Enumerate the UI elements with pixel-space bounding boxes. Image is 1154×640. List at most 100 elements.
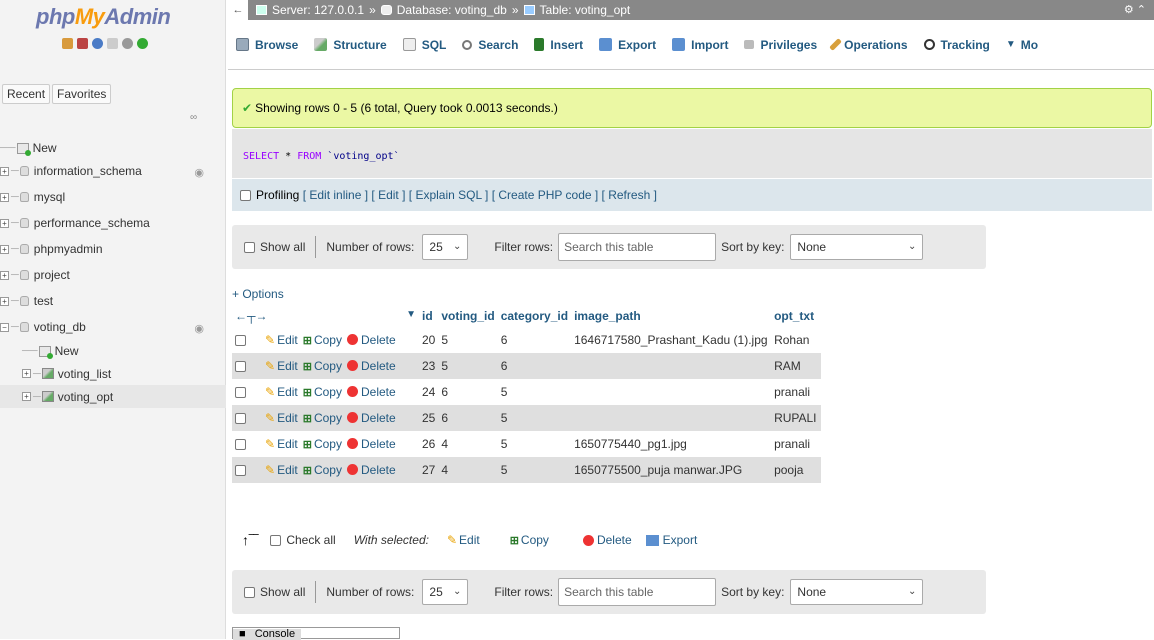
cell-voting-id[interactable]: 4: [438, 431, 498, 457]
bulk-copy-button[interactable]: ⊞ Copy: [510, 533, 549, 547]
tree-new-database[interactable]: ── New: [0, 138, 226, 158]
cell-category-id[interactable]: 6: [497, 353, 572, 379]
cell-id[interactable]: 26: [419, 431, 439, 457]
row-delete-button[interactable]: Delete: [346, 437, 396, 451]
row-delete-button[interactable]: Delete: [346, 411, 396, 425]
settings-collapse-icons[interactable]: ⚙ ⌃: [1124, 0, 1146, 20]
row-copy-button[interactable]: ⊞ Copy: [303, 411, 342, 425]
bulk-edit-button[interactable]: ✎ Edit: [447, 533, 480, 547]
cell-category-id[interactable]: 5: [497, 431, 572, 457]
row-checkbox[interactable]: [232, 327, 262, 353]
row-checkbox[interactable]: [232, 457, 262, 483]
cell-opt-txt[interactable]: pranali: [771, 379, 822, 405]
row-delete-button[interactable]: Delete: [346, 359, 396, 373]
row-edit-button[interactable]: ✎ Edit: [265, 359, 298, 373]
eye-icon[interactable]: ◉: [194, 163, 204, 183]
row-checkbox[interactable]: [232, 353, 262, 379]
cell-image-path[interactable]: [571, 353, 772, 379]
header-category-id[interactable]: category_id: [497, 305, 572, 327]
header-image-path[interactable]: image_path: [571, 305, 772, 327]
row-edit-button[interactable]: ✎ Edit: [265, 437, 298, 451]
row-copy-button[interactable]: ⊞ Copy: [303, 385, 342, 399]
filter-rows-input[interactable]: Search this table: [558, 578, 717, 606]
favorites-tab[interactable]: Favorites: [52, 84, 112, 104]
collapse-sidebar-icon[interactable]: ←: [228, 0, 248, 20]
link-icon[interactable]: ∞: [190, 112, 197, 123]
expand-icon[interactable]: +: [0, 218, 9, 228]
cell-category-id[interactable]: 5: [497, 457, 572, 483]
row-edit-button[interactable]: ✎ Edit: [265, 385, 298, 399]
refresh-link[interactable]: Refresh: [608, 188, 650, 202]
cell-id[interactable]: 27: [419, 457, 439, 483]
row-copy-button[interactable]: ⊞ Copy: [303, 333, 342, 347]
row-edit-button[interactable]: ✎ Edit: [265, 333, 298, 347]
row-copy-button[interactable]: ⊞ Copy: [303, 437, 342, 451]
help-icon[interactable]: [92, 38, 103, 49]
cell-image-path[interactable]: [571, 405, 772, 431]
explain-sql-link[interactable]: Explain SQL: [415, 188, 481, 202]
breadcrumb-database[interactable]: Database: voting_db: [397, 0, 507, 20]
check-all-checkbox[interactable]: [270, 534, 282, 546]
expand-icon[interactable]: +: [0, 270, 9, 280]
recent-tab[interactable]: Recent: [2, 84, 51, 104]
row-delete-button[interactable]: Delete: [346, 333, 396, 347]
tree-table-voting-list[interactable]: + ─ voting_list: [0, 362, 226, 385]
cell-id[interactable]: 24: [419, 379, 439, 405]
row-delete-button[interactable]: Delete: [346, 385, 396, 399]
cell-opt-txt[interactable]: RUPALI: [771, 405, 822, 431]
tree-db-project[interactable]: + ─ project: [0, 262, 226, 288]
tab-browse[interactable]: Browse: [228, 20, 306, 70]
row-checkbox[interactable]: [232, 405, 262, 431]
breadcrumb-table[interactable]: Table: voting_opt: [540, 0, 631, 20]
expand-icon[interactable]: +: [0, 244, 9, 254]
cell-voting-id[interactable]: 6: [438, 379, 498, 405]
row-checkbox[interactable]: [232, 431, 262, 457]
header-voting-id[interactable]: voting_id: [438, 305, 498, 327]
tree-db-voting-db[interactable]: − ─ voting_db ◉: [0, 314, 226, 340]
expand-icon[interactable]: +: [22, 369, 31, 378]
tree-db-phpmyadmin[interactable]: + ─ phpmyadmin: [0, 236, 226, 262]
bulk-delete-button[interactable]: Delete: [582, 533, 632, 547]
header-opt-txt[interactable]: opt_txt: [771, 305, 822, 327]
cell-image-path[interactable]: 1650775500_puja manwar.JPG: [571, 457, 772, 483]
row-edit-button[interactable]: ✎ Edit: [265, 411, 298, 425]
column-controls[interactable]: ←┬→ ▼: [232, 305, 419, 327]
tree-db-mysql[interactable]: + ─ mysql: [0, 184, 226, 210]
tree-new-table[interactable]: ── New: [0, 340, 226, 362]
cell-opt-txt[interactable]: pooja: [771, 457, 822, 483]
tab-search[interactable]: Search: [454, 20, 526, 70]
cell-id[interactable]: 23: [419, 353, 439, 379]
console-bar[interactable]: ■ Console: [232, 627, 400, 640]
cell-category-id[interactable]: 5: [497, 405, 572, 431]
sort-by-key-select[interactable]: None ⌄: [790, 234, 924, 260]
tab-privileges[interactable]: Privileges: [736, 20, 825, 70]
cell-category-id[interactable]: 5: [497, 379, 572, 405]
cell-image-path[interactable]: [571, 379, 772, 405]
cell-opt-txt[interactable]: RAM: [771, 353, 822, 379]
bulk-export-button[interactable]: Export: [645, 533, 697, 547]
expand-icon[interactable]: +: [0, 192, 9, 202]
create-php-code-link[interactable]: Create PHP code: [498, 188, 591, 202]
home-icon[interactable]: [62, 38, 73, 49]
tab-import[interactable]: Import: [664, 20, 736, 70]
cell-voting-id[interactable]: 4: [438, 457, 498, 483]
rows-per-page-select[interactable]: 25 ⌄: [422, 579, 469, 605]
breadcrumb-server[interactable]: Server: 127.0.0.1: [272, 0, 364, 20]
tree-db-test[interactable]: + ─ test: [0, 288, 226, 314]
cell-image-path[interactable]: 1646717580_Prashant_Kadu (1).jpg: [571, 327, 772, 353]
check-all-label[interactable]: Check all: [286, 533, 335, 547]
row-copy-button[interactable]: ⊞ Copy: [303, 463, 342, 477]
tab-operations[interactable]: Operations: [825, 20, 915, 70]
profiling-checkbox[interactable]: [240, 190, 251, 201]
tab-export[interactable]: Export: [591, 20, 664, 70]
expand-icon[interactable]: +: [0, 296, 9, 306]
docs-icon[interactable]: [107, 38, 118, 49]
collapse-icon[interactable]: −: [0, 322, 9, 332]
row-copy-button[interactable]: ⊞ Copy: [303, 359, 342, 373]
tab-tracking[interactable]: Tracking: [916, 20, 998, 70]
tab-sql[interactable]: SQL: [395, 20, 455, 70]
tree-table-voting-opt[interactable]: + ─ voting_opt: [0, 385, 226, 408]
tree-db-performance-schema[interactable]: + ─ performance_schema: [0, 210, 226, 236]
cell-category-id[interactable]: 6: [497, 327, 572, 353]
cell-voting-id[interactable]: 6: [438, 405, 498, 431]
